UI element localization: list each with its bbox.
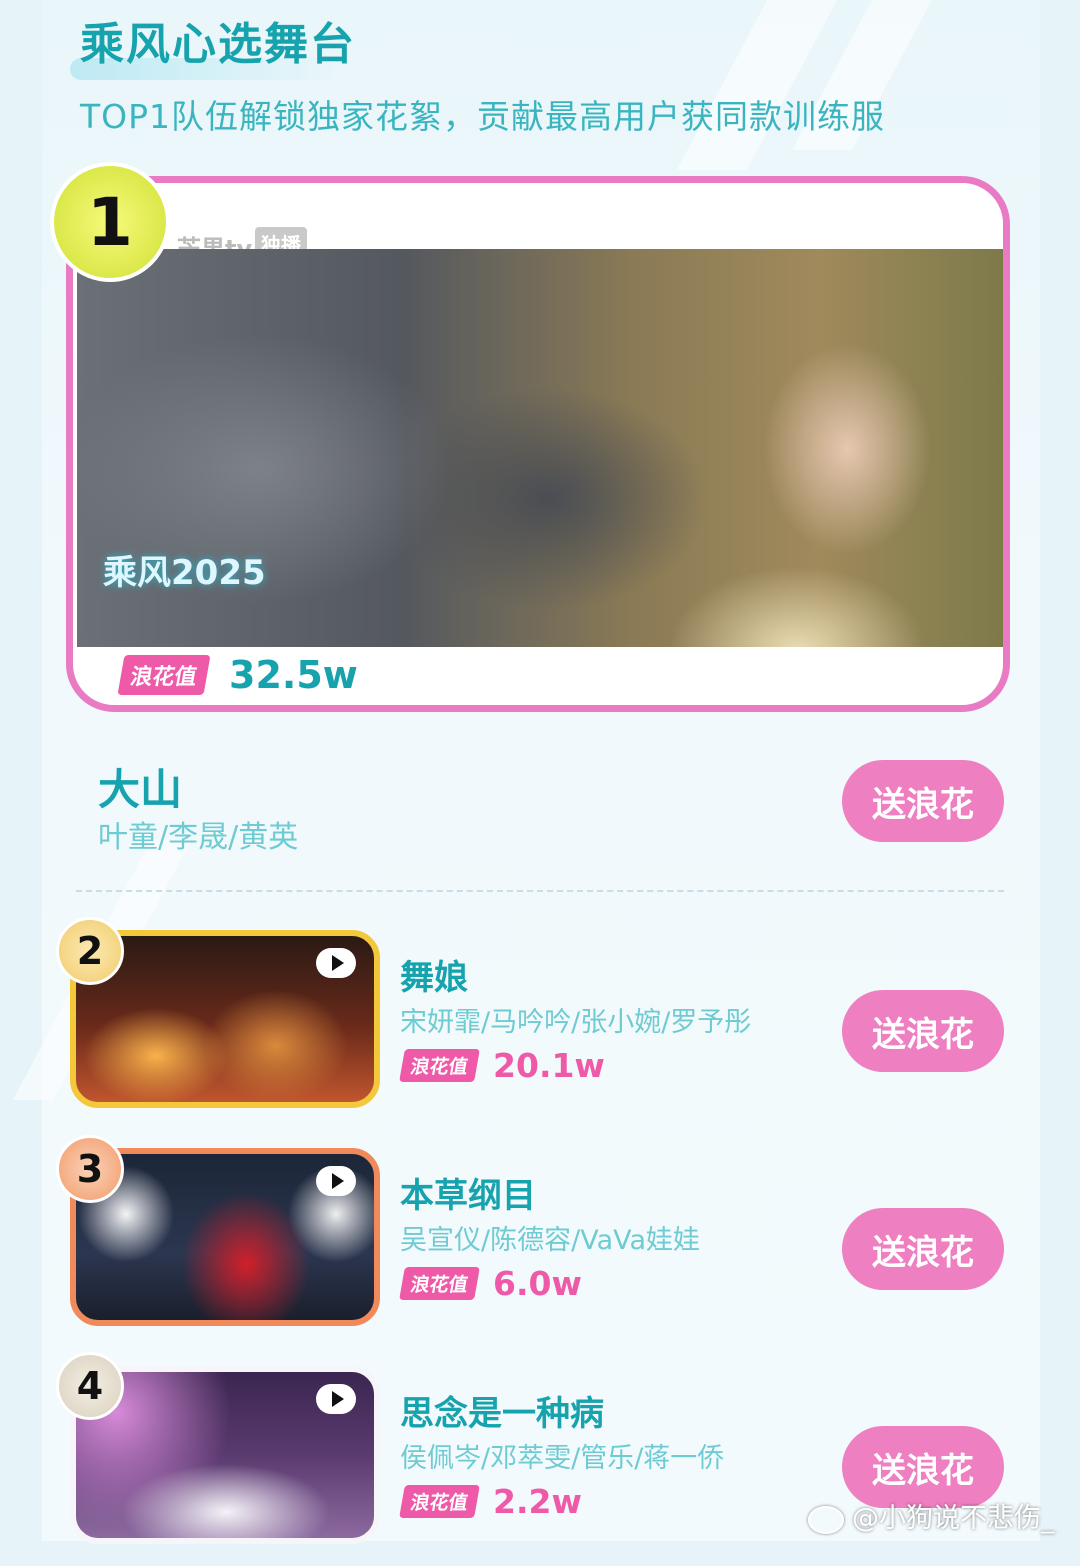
song-title: 舞娘 — [400, 958, 468, 998]
wave-value: 32.5w — [229, 653, 358, 697]
artists: 侯佩岑/邓萃雯/管乐/蒋一侨 — [400, 1443, 725, 1474]
rank-medal-icon: 1 — [50, 162, 170, 282]
watermark-text: @小狗说不悲伤_ — [852, 1503, 1055, 1534]
wave-value-badge: 浪花值 — [117, 655, 211, 695]
play-icon[interactable] — [316, 948, 356, 978]
show-logo: 乘风2025 — [103, 553, 266, 593]
watermark: @小狗说不悲伤_ — [808, 1496, 1055, 1535]
featured-song-title: 大山 — [98, 765, 183, 814]
send-wave-button[interactable]: 送浪花 — [842, 760, 1004, 842]
wave-value: 6.0w — [493, 1264, 582, 1303]
list-item: 本草纲目 吴宣仪/陈德容/VaVa娃娃 浪花值 6.0w 送浪花 — [0, 1148, 1080, 1348]
page-title: 乘风心选舞台 — [80, 19, 356, 70]
rank-medal-icon: 2 — [56, 917, 124, 985]
wave-stats: 浪花值 6.0w — [399, 1264, 582, 1303]
list-item: 舞娘 宋妍霏/马吟吟/张小婉/罗予彤 浪花值 20.1w 送浪花 — [0, 930, 1080, 1130]
send-wave-button[interactable]: 送浪花 — [842, 990, 1004, 1072]
wave-value-badge: 浪花值 — [399, 1049, 480, 1082]
rank-medal-icon: 3 — [56, 1135, 124, 1203]
wave-value: 20.1w — [493, 1046, 605, 1085]
wave-value-badge: 浪花值 — [399, 1267, 480, 1300]
song-title: 本草纲目 — [400, 1176, 536, 1216]
artists: 吴宣仪/陈德容/VaVa娃娃 — [400, 1225, 701, 1256]
send-wave-button[interactable]: 送浪花 — [842, 1208, 1004, 1290]
featured-artists: 叶童/李晟/黄英 — [98, 820, 299, 855]
wave-value-badge: 浪花值 — [399, 1485, 480, 1518]
play-icon[interactable] — [316, 1166, 356, 1196]
page-subtitle: TOP1队伍解锁独家花絮，贡献最高用户获同款训练服 — [80, 97, 886, 136]
play-icon[interactable] — [316, 1384, 356, 1414]
song-title: 思念是一种病 — [400, 1394, 604, 1434]
rank-medal-icon: 4 — [56, 1352, 124, 1420]
wave-stats: 浪花值 20.1w — [399, 1046, 605, 1085]
wave-value: 2.2w — [493, 1482, 582, 1521]
section-divider — [76, 890, 1004, 892]
featured-wave-stats: 浪花值 32.5w — [117, 653, 358, 697]
artists: 宋妍霏/马吟吟/张小婉/罗予彤 — [400, 1007, 752, 1038]
weibo-icon — [808, 1505, 844, 1534]
featured-video-card[interactable]: 芒果tv 独播 乘风2025 浪花值 32.5w — [66, 176, 1010, 712]
wave-stats: 浪花值 2.2w — [399, 1482, 582, 1521]
list-item: 思念是一种病 侯佩岑/邓萃雯/管乐/蒋一侨 浪花值 2.2w 送浪花 — [0, 1366, 1080, 1566]
